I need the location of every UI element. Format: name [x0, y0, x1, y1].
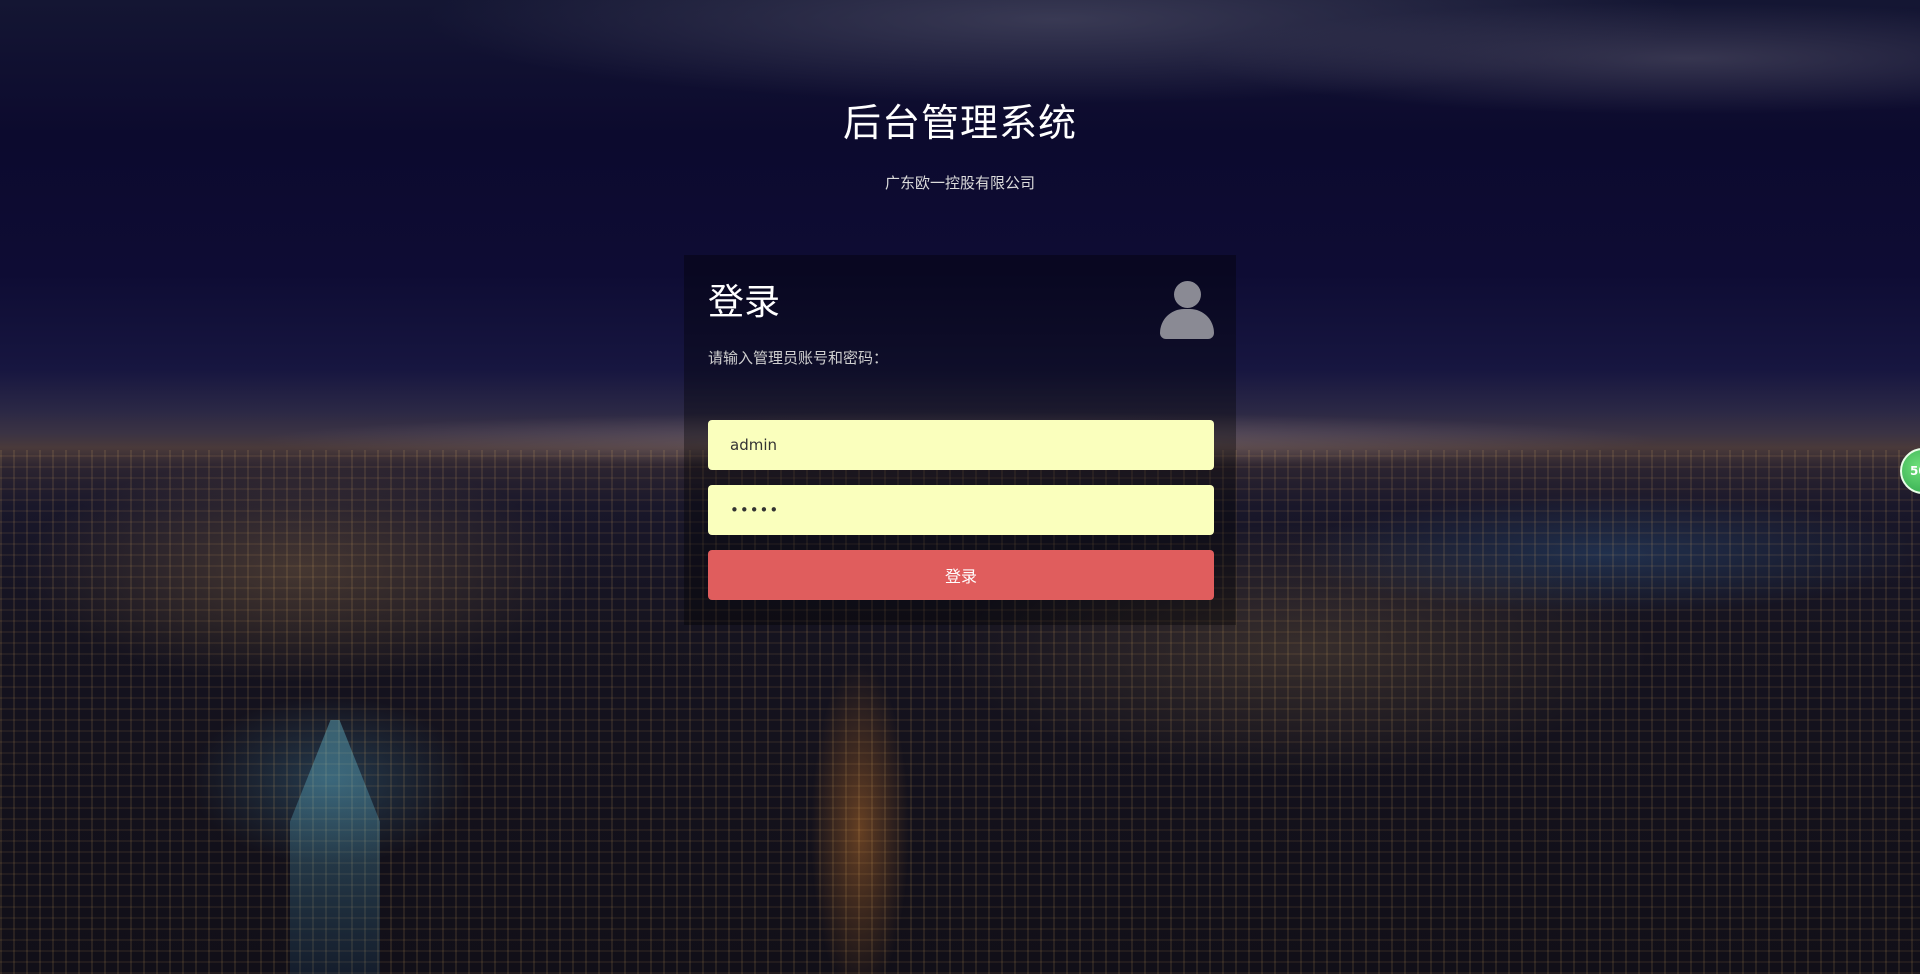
- avatar-head: [1174, 281, 1201, 308]
- username-input[interactable]: [708, 420, 1214, 470]
- page-title: 后台管理系统: [842, 101, 1077, 145]
- login-hint: 请输入管理员账号和密码：: [708, 349, 889, 367]
- user-avatar-icon: [1160, 281, 1214, 341]
- password-input[interactable]: [708, 485, 1214, 535]
- avatar-body: [1160, 309, 1214, 339]
- login-panel: 登录 请输入管理员账号和密码： 登录: [684, 255, 1236, 625]
- page-header: 后台管理系统 广东欧一控股有限公司: [0, 104, 1920, 193]
- login-title: 登录: [708, 282, 781, 323]
- login-button[interactable]: 登录: [708, 550, 1214, 600]
- company-name: 广东欧一控股有限公司: [884, 174, 1035, 192]
